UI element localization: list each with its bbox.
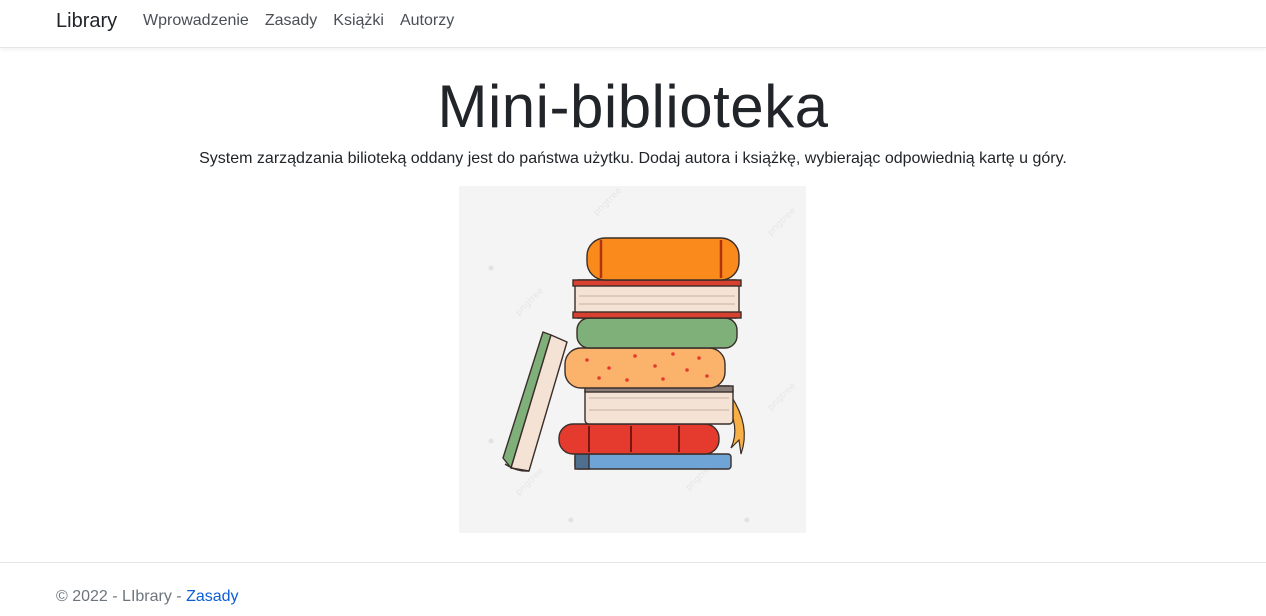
footer: © 2022 - LIbrary - Zasady bbox=[0, 562, 1266, 616]
nav-link-wprowadzenie[interactable]: Wprowadzenie bbox=[143, 11, 249, 31]
footer-text: © 2022 - LIbrary - Zasady bbox=[56, 587, 239, 607]
nav-link-ksiazki[interactable]: Książki bbox=[333, 11, 384, 31]
lead-text: System zarządzania bilioteką oddany jest… bbox=[199, 150, 1067, 167]
nav-link-autorzy[interactable]: Autorzy bbox=[400, 11, 454, 31]
nav-links: Wprowadzenie Zasady Książki Autorzy bbox=[143, 11, 470, 31]
books-stack-image: pngtree pngtree pngtree pngtree pngtree … bbox=[459, 186, 806, 533]
svg-text:pngtree: pngtree bbox=[592, 186, 624, 218]
svg-text:pngtree: pngtree bbox=[766, 206, 798, 238]
footer-link-zasady[interactable]: Zasady bbox=[186, 588, 238, 605]
brand-link[interactable]: Library bbox=[56, 8, 117, 34]
footer-copyright: © 2022 - LIbrary - bbox=[56, 588, 187, 605]
page-title: Mini-biblioteka bbox=[437, 73, 829, 140]
nav-link-zasady[interactable]: Zasady bbox=[265, 11, 317, 31]
svg-text:pngtree: pngtree bbox=[766, 381, 798, 413]
svg-text:pngtree: pngtree bbox=[514, 286, 546, 318]
top-navbar: Library Wprowadzenie Zasady Książki Auto… bbox=[0, 0, 1266, 48]
